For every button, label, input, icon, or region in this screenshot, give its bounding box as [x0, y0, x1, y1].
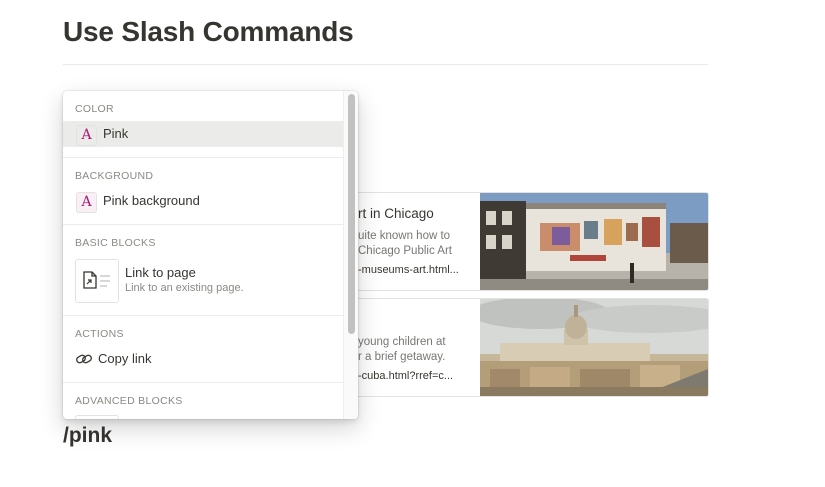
menu-item-description: Link to an existing page.: [125, 282, 244, 294]
menu-item-pink[interactable]: A Pink: [63, 121, 344, 147]
menu-item-copy-link[interactable]: Copy link: [63, 346, 344, 372]
menu-item-label: Pink background: [103, 193, 200, 208]
link-to-page-icon: [75, 259, 119, 303]
menu-item-label: Link to page: [125, 265, 196, 280]
title-divider: [63, 64, 708, 65]
section-divider: [63, 157, 344, 158]
bookmark-thumbnail-chicago-mural: [480, 193, 708, 290]
page-title: Use Slash Commands: [63, 16, 354, 47]
section-label-advanced-blocks: ADVANCED BLOCKS: [75, 395, 183, 407]
menu-item-label: Copy link: [98, 351, 152, 366]
menu-item-pink-background[interactable]: A Pink background: [63, 188, 344, 214]
bookmark-description-line: young children at: [358, 336, 446, 348]
bookmark-description-line: uite known how to: [358, 230, 451, 242]
bookmark-description-line: Chicago Public Art: [358, 245, 452, 257]
section-divider: [63, 315, 344, 316]
bookmark-title: rt in Chicago: [358, 206, 434, 221]
section-label-background: BACKGROUND: [75, 170, 154, 182]
section-label-basic-blocks: BASIC BLOCKS: [75, 237, 156, 249]
bookmark-description-line: r a brief getaway.: [358, 351, 446, 363]
menu-item-link-to-page[interactable]: Link to page Link to an existing page.: [63, 257, 344, 305]
bookmark-thumbnail-havana-capitol: [480, 299, 708, 396]
section-label-actions: ACTIONS: [75, 328, 124, 340]
menu-scrollbar-thumb[interactable]: [348, 94, 355, 334]
section-divider: [63, 382, 344, 383]
menu-item-label: Pink: [103, 126, 129, 141]
link-icon: [76, 354, 92, 364]
section-divider: [63, 224, 344, 225]
bookmark-url: -cuba.html?rref=c...: [358, 370, 454, 382]
text-color-pink-icon: A: [76, 125, 97, 146]
slash-command-menu[interactable]: COLOR A Pink BACKGROUND A Pink backgroun…: [63, 91, 358, 419]
menu-scrollbar[interactable]: [343, 91, 358, 419]
menu-scroll-area[interactable]: COLOR A Pink BACKGROUND A Pink backgroun…: [63, 91, 344, 419]
section-label-color: COLOR: [75, 103, 114, 115]
advanced-block-icon: [75, 415, 119, 419]
slash-command-text[interactable]: /pink: [63, 424, 112, 448]
background-color-pink-icon: A: [76, 192, 97, 213]
bookmark-url: -museums-art.html...: [358, 264, 459, 276]
